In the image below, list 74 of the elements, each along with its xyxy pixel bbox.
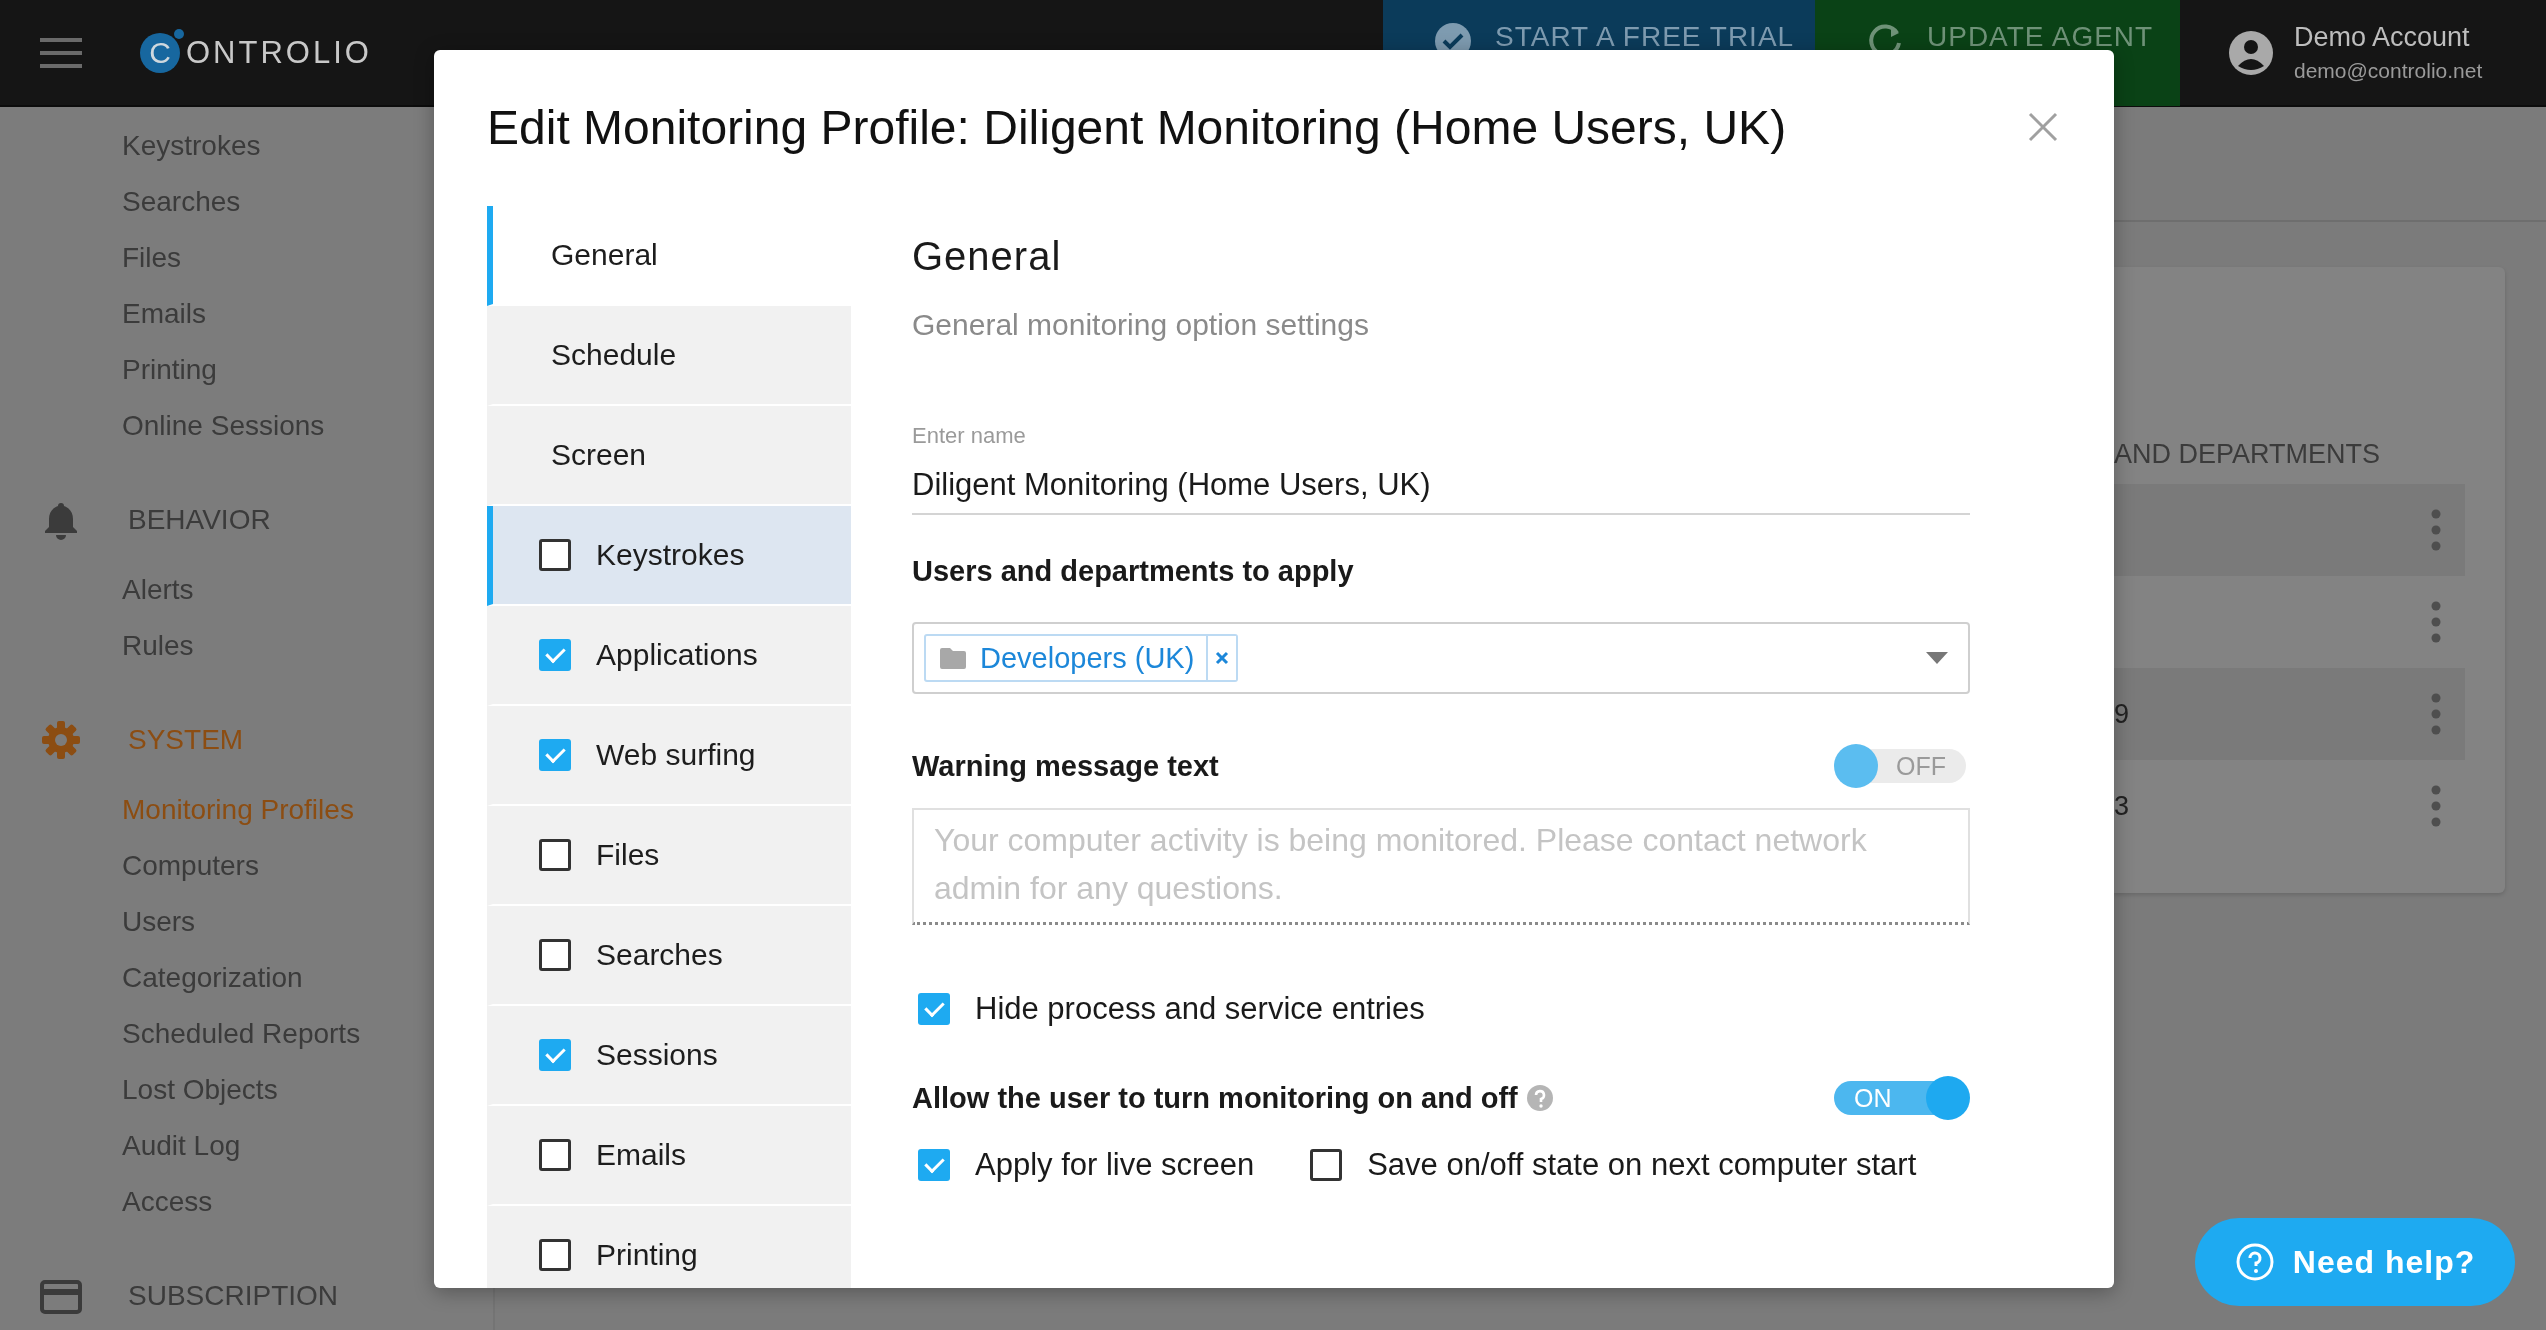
sidebar-item[interactable]: Scheduled Reports [122,1006,361,1062]
sidebar-item[interactable]: Categorization [122,950,303,1006]
remove-tag-button[interactable] [1206,636,1237,680]
account-email: demo@controlio.net [2294,59,2483,83]
field-label: Users and departments to apply [912,554,1354,589]
sidebar-item[interactable]: Files [122,230,182,286]
checkbox[interactable] [539,739,571,771]
tab[interactable]: Web surfing [487,706,851,806]
account-name: Demo Account [2294,22,2471,53]
checkbox[interactable] [539,939,571,971]
more-vertical-icon[interactable] [2431,785,2441,827]
more-vertical-icon[interactable] [2431,693,2441,735]
sidebar-item[interactable]: Emails [122,286,206,342]
tab[interactable]: Sessions [487,1006,851,1106]
tab[interactable]: Keystrokes [487,506,851,606]
column-header: AND DEPARTMENTS [2114,439,2381,470]
checkbox[interactable] [539,539,571,571]
checkbox[interactable] [539,1039,571,1071]
checkbox[interactable] [539,1139,571,1171]
dialog-title: Edit Monitoring Profile: Diligent Monitoring (Home Users, UK) [487,100,1787,155]
section-subtitle: General monitoring option settings [912,307,1369,343]
sidebar-item[interactable]: Rules [122,618,194,674]
gear-icon [40,719,82,761]
tab[interactable]: Emails [487,1106,851,1206]
menu-icon[interactable] [40,37,82,68]
sidebar-item[interactable]: Searches [122,174,241,230]
checkbox[interactable] [1310,1149,1343,1181]
checkbox[interactable] [918,1149,950,1181]
checkbox[interactable] [539,839,571,871]
checkbox-label: Save on/off state on next computer start [1367,1147,1917,1183]
more-vertical-icon[interactable] [2431,509,2441,551]
table-cell: 3 [2114,790,2130,822]
sidebar-item[interactable]: Printing [122,342,217,398]
section-title[interactable]: BEHAVIOR [128,504,271,536]
field-label: Allow the user to turn monitoring on and off [912,1081,1518,1116]
tab[interactable]: Applications [487,606,851,706]
close-icon[interactable] [2028,112,2058,142]
help-button[interactable]: Need help? [2195,1218,2515,1306]
brand-name: ONTROLIO [186,34,372,71]
checkbox-label: Apply for live screen [975,1147,1255,1183]
tab[interactable]: Printing [487,1206,851,1288]
checkbox[interactable] [539,639,571,671]
section-title[interactable]: SYSTEM [128,724,244,756]
sidebar-item[interactable]: Online Sessions [122,398,325,454]
dropdown-caret-icon[interactable] [1926,652,1948,664]
users-select-field[interactable]: Developers (UK) [912,622,1970,694]
tab[interactable]: Schedule [487,306,851,406]
sidebar-item[interactable]: Access [122,1174,213,1230]
more-vertical-icon[interactable] [2431,601,2441,643]
sidebar-item[interactable]: Lost Objects [122,1062,278,1118]
section-heading: General [912,234,1062,278]
table-cell: 9 [2114,698,2130,730]
sidebar-item[interactable]: Monitoring Profiles [122,782,354,838]
warning-message-field[interactable]: Your computer activity is being monitored. Please contact network admin for any questions. [912,808,1970,925]
checkbox[interactable] [539,1239,571,1271]
user-avatar-icon [2228,29,2274,76]
help-icon [2234,1242,2275,1282]
tag-label: Developers (UK) [980,641,1195,675]
checkbox[interactable] [918,993,950,1025]
close-icon [1215,651,1230,665]
help-icon [1525,1084,1554,1112]
sidebar-item[interactable]: Computers [122,838,259,894]
tab[interactable]: Screen [487,406,851,506]
tab[interactable]: Files [487,806,851,906]
tab[interactable]: Searches [487,906,851,1006]
sidebar-item[interactable]: Audit Log [122,1118,241,1174]
sidebar-item[interactable]: Users [122,894,196,950]
checkbox-label: Hide process and service entries [975,991,1425,1027]
folder-icon [940,647,966,669]
section-title[interactable]: SUBSCRIPTION [128,1280,339,1312]
field-label: Enter name [912,422,1026,450]
sidebar-item[interactable]: Alerts [122,562,194,618]
field-label: Warning message text [912,749,1219,784]
sidebar-item[interactable]: Keystrokes [122,118,261,174]
